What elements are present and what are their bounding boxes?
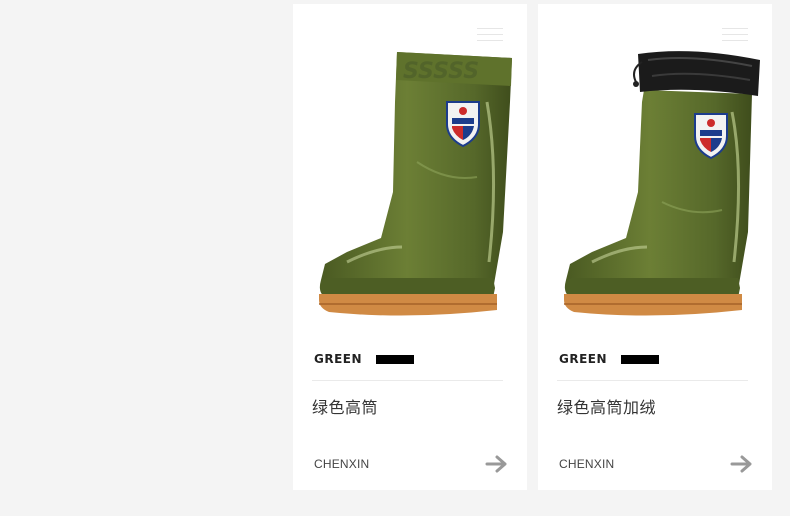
menu-icon[interactable]: [722, 28, 748, 42]
color-option[interactable]: GREEN: [314, 352, 415, 366]
divider: [312, 380, 503, 381]
color-swatch: [621, 354, 660, 364]
boot-image-tall: SSSSS: [319, 52, 512, 316]
brand-name: CHENXIN: [314, 457, 370, 471]
arrow-right-icon[interactable]: [730, 454, 754, 474]
product-name[interactable]: 绿色高筒: [312, 394, 378, 418]
brand-name: CHENXIN: [559, 457, 615, 471]
product-card-green-tall[interactable]: SSSSS GREEN 绿色高筒 CHENXIN: [293, 4, 527, 490]
svg-text:SSSSS: SSSSS: [403, 59, 479, 84]
color-label: GREEN: [559, 352, 608, 366]
arrow-right-icon[interactable]: [485, 454, 509, 474]
color-label: GREEN: [314, 352, 363, 366]
boot-image-fleece: [564, 51, 760, 316]
product-card-green-fleece[interactable]: GREEN 绿色高筒加绒 CHENXIN: [538, 4, 772, 490]
color-option[interactable]: GREEN: [559, 352, 660, 366]
color-swatch: [376, 354, 415, 364]
product-name[interactable]: 绿色高筒加绒: [557, 394, 656, 418]
divider: [557, 380, 748, 381]
menu-icon[interactable]: [477, 28, 503, 42]
